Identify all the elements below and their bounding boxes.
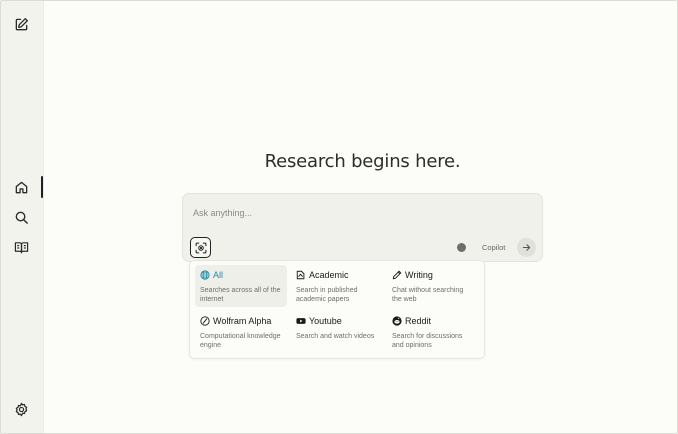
copilot-toggle[interactable]	[457, 243, 466, 252]
search-box: Copilot	[182, 193, 543, 262]
focus-option-title: Writing	[405, 270, 433, 280]
focus-option-title: Youtube	[309, 316, 342, 326]
focus-option-academic[interactable]: Academic Search in published academic pa…	[291, 265, 383, 307]
library-icon[interactable]	[12, 238, 30, 256]
search-input[interactable]	[193, 205, 523, 221]
pencil-icon	[392, 270, 402, 280]
active-nav-indicator	[41, 176, 43, 198]
reddit-icon	[392, 316, 402, 326]
focus-option-reddit[interactable]: Reddit Search for discussions and opinio…	[387, 311, 479, 353]
focus-button[interactable]	[190, 237, 211, 258]
focus-option-desc: Chat without searching the web	[392, 287, 464, 303]
focus-option-wolfram-alpha[interactable]: Wolfram Alpha Computational knowledge en…	[195, 311, 287, 353]
focus-option-all[interactable]: All Searches across all of the internet	[195, 265, 287, 307]
app-window: Research begins here. Copilot	[0, 0, 678, 434]
focus-option-youtube[interactable]: Youtube Search and watch videos	[291, 311, 383, 353]
youtube-icon	[296, 316, 306, 326]
page-title: Research begins here.	[264, 151, 461, 172]
search-icon[interactable]	[12, 208, 30, 226]
focus-option-desc: Search for discussions and opinions	[392, 333, 463, 349]
globe-icon	[200, 270, 210, 280]
focus-option-title: Academic	[309, 270, 349, 280]
settings-icon[interactable]	[12, 400, 30, 418]
focus-dropdown: All Searches across all of the internet …	[189, 260, 485, 359]
copilot-label: Copilot	[482, 243, 506, 252]
wolfram-icon	[200, 316, 210, 326]
focus-option-writing[interactable]: Writing Chat without searching the web	[387, 265, 479, 307]
new-thread-icon[interactable]	[12, 15, 30, 33]
arrow-right-icon	[522, 244, 531, 251]
sidebar	[1, 1, 44, 433]
home-icon[interactable]	[12, 178, 30, 196]
focus-option-desc: Search in published academic papers	[296, 287, 358, 303]
focus-option-title: All	[213, 270, 224, 280]
submit-button[interactable]	[517, 238, 536, 257]
focus-option-desc: Computational knowledge engine	[200, 333, 281, 349]
focus-option-title: Reddit	[405, 316, 432, 326]
focus-option-title: Wolfram Alpha	[213, 316, 272, 326]
academic-icon	[296, 270, 306, 280]
focus-option-desc: Search and watch videos	[296, 333, 375, 340]
focus-option-desc: Searches across all of the internet	[200, 287, 281, 303]
